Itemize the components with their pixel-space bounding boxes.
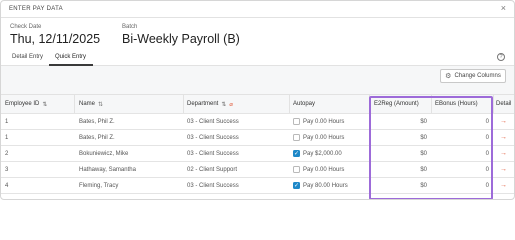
table-row: 1 Bates, Phil Z. 03 - Client Success Pay…	[1, 130, 514, 146]
col-employee-id[interactable]: Employee ID ⇅	[5, 95, 47, 113]
name-cell: Bates, Phil Z.	[79, 118, 115, 125]
autopay-cell[interactable]: Pay 0.00 Hours	[293, 130, 344, 145]
col-detail-label: Detail	[496, 101, 512, 107]
autopay-checkbox[interactable]	[293, 134, 300, 141]
table-toolbar: ⚙ Change Columns	[1, 66, 514, 95]
table-row: 1 Bates, Phil Z. 03 - Client Success Pay…	[1, 114, 514, 130]
column-divider	[183, 95, 184, 113]
e2reg-input[interactable]: $0	[374, 130, 427, 145]
e2reg-input[interactable]: $0	[374, 178, 427, 193]
column-divider	[493, 95, 494, 113]
tab-detail-entry[interactable]: Detail Entry	[12, 54, 43, 60]
autopay-checkbox-checked[interactable]: ✓	[293, 182, 300, 189]
employee-id-cell: 3	[5, 166, 9, 173]
table-header-row: Employee ID ⇅ Name ⇅ Department ⇅ ⌀ Auto…	[1, 95, 514, 114]
name-cell: Bokuniewicz, Mike	[79, 150, 129, 157]
entry-tabs: Detail Entry Quick Entry ?	[1, 51, 514, 66]
gear-icon: ⚙	[445, 73, 452, 80]
col-autopay: Autopay	[293, 95, 315, 113]
table-row: 3 Hathaway, Samantha 02 - Client Support…	[1, 162, 514, 178]
col-name[interactable]: Name ⇅	[79, 95, 103, 113]
e2reg-input[interactable]: $0	[374, 146, 427, 161]
autopay-cell[interactable]: ✓ Pay $2,000.00	[293, 146, 342, 161]
col-detail: Detail	[496, 95, 511, 113]
filter-icon[interactable]: ⌀	[229, 101, 233, 108]
ebonus-input[interactable]: 0	[435, 178, 489, 193]
employee-id-cell: 4	[5, 182, 9, 189]
detail-arrow-icon[interactable]: →	[500, 114, 507, 129]
column-divider	[289, 95, 290, 113]
col-employee-id-label: Employee ID	[5, 101, 40, 107]
col-ebonus: EBonus (Hours)	[435, 95, 478, 113]
table-row: 4 Fleming, Tracy 03 - Client Success ✓ P…	[1, 178, 514, 194]
autopay-checkbox[interactable]	[293, 166, 300, 173]
dialog-titlebar: ENTER PAY DATA ×	[1, 1, 514, 18]
col-e2reg-label: E2Reg (Amount)	[374, 101, 419, 107]
enter-pay-data-dialog: ENTER PAY DATA × Check Date Thu, 12/11/2…	[0, 0, 515, 200]
autopay-checkbox[interactable]	[293, 118, 300, 125]
col-ebonus-label: EBonus (Hours)	[435, 101, 478, 107]
e2reg-input[interactable]: $0	[374, 162, 427, 177]
batch-label: Batch	[122, 24, 138, 30]
column-divider	[431, 95, 432, 113]
department-cell: 03 - Client Success	[187, 118, 239, 125]
sort-icon[interactable]: ⇅	[221, 101, 226, 108]
employee-id-cell: 1	[5, 134, 9, 141]
autopay-label: Pay 0.00 Hours	[303, 118, 345, 125]
sort-icon[interactable]: ⇅	[98, 101, 103, 108]
ebonus-input[interactable]: 0	[435, 162, 489, 177]
change-columns-label: Change Columns	[454, 73, 501, 79]
autopay-cell[interactable]: Pay 0.00 Hours	[293, 162, 344, 177]
dialog-title: ENTER PAY DATA	[9, 6, 63, 12]
check-date-value: Thu, 12/11/2025	[10, 32, 101, 46]
change-columns-button[interactable]: ⚙ Change Columns	[440, 69, 506, 83]
autopay-checkbox-checked[interactable]: ✓	[293, 150, 300, 157]
name-cell: Bates, Phil Z.	[79, 134, 115, 141]
column-divider	[369, 95, 370, 113]
detail-arrow-icon[interactable]: →	[500, 178, 507, 193]
autopay-label: Pay 80.00 Hours	[303, 182, 348, 189]
ebonus-input[interactable]: 0	[435, 130, 489, 145]
tab-quick-entry[interactable]: Quick Entry	[55, 54, 86, 60]
col-department-label: Department	[187, 101, 219, 107]
autopay-label: Pay $2,000.00	[303, 150, 342, 157]
col-autopay-label: Autopay	[293, 101, 316, 107]
col-e2reg: E2Reg (Amount)	[374, 95, 419, 113]
detail-arrow-icon[interactable]: →	[500, 162, 507, 177]
ebonus-input[interactable]: 0	[435, 146, 489, 161]
autopay-cell[interactable]: Pay 0.00 Hours	[293, 114, 344, 129]
table-row: 2 Bokuniewicz, Mike 03 - Client Success …	[1, 146, 514, 162]
name-cell: Fleming, Tracy	[79, 182, 119, 189]
e2reg-input[interactable]: $0	[374, 114, 427, 129]
detail-arrow-icon[interactable]: →	[500, 146, 507, 161]
autopay-label: Pay 0.00 Hours	[303, 166, 345, 173]
department-cell: 03 - Client Success	[187, 182, 239, 189]
department-cell: 03 - Client Success	[187, 150, 239, 157]
col-name-label: Name	[79, 101, 96, 107]
department-cell: 02 - Client Support	[187, 166, 238, 173]
employee-id-cell: 1	[5, 118, 9, 125]
help-icon[interactable]: ?	[497, 53, 505, 61]
column-divider	[74, 95, 75, 113]
employee-id-cell: 2	[5, 150, 9, 157]
sort-ascending-icon[interactable]: ⇅	[42, 101, 47, 108]
autopay-cell[interactable]: ✓ Pay 80.00 Hours	[293, 178, 348, 193]
col-department[interactable]: Department ⇅ ⌀	[187, 95, 233, 113]
check-date-label: Check Date	[10, 24, 42, 30]
name-cell: Hathaway, Samantha	[79, 166, 136, 173]
batch-value: Bi-Weekly Payroll (B)	[122, 32, 240, 46]
department-cell: 03 - Client Success	[187, 134, 239, 141]
autopay-label: Pay 0.00 Hours	[303, 134, 345, 141]
ebonus-input[interactable]: 0	[435, 114, 489, 129]
detail-arrow-icon[interactable]: →	[500, 130, 507, 145]
close-icon[interactable]: ×	[501, 4, 506, 13]
